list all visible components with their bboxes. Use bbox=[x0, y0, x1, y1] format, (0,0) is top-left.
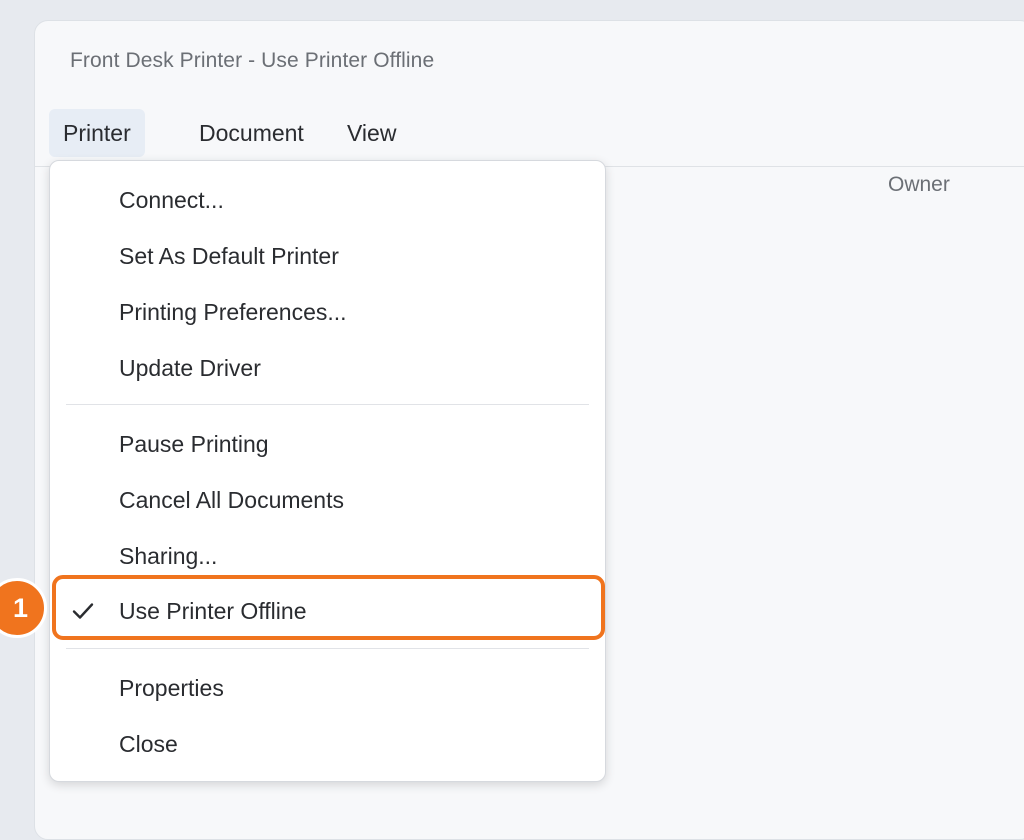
menu-item-use-printer-offline[interactable]: Use Printer Offline bbox=[50, 586, 605, 636]
menu-item-set-default[interactable]: Set As Default Printer bbox=[50, 231, 605, 281]
menu-item-close[interactable]: Close bbox=[50, 719, 605, 769]
menu-item-label: Use Printer Offline bbox=[119, 598, 307, 624]
printer-menu-dropdown: Connect... Set As Default Printer Printi… bbox=[49, 160, 606, 782]
menu-separator bbox=[66, 648, 589, 649]
menu-item-pause-printing[interactable]: Pause Printing bbox=[50, 419, 605, 469]
menu-document[interactable]: Document bbox=[185, 109, 318, 157]
menu-item-connect[interactable]: Connect... bbox=[50, 175, 605, 225]
menu-item-label: Close bbox=[119, 731, 178, 757]
menu-item-printing-preferences[interactable]: Printing Preferences... bbox=[50, 287, 605, 337]
menu-item-label: Cancel All Documents bbox=[119, 487, 344, 513]
menu-item-cancel-all-documents[interactable]: Cancel All Documents bbox=[50, 475, 605, 525]
menu-item-label: Update Driver bbox=[119, 355, 261, 381]
window-title: Front Desk Printer - Use Printer Offline bbox=[70, 49, 435, 72]
menu-view[interactable]: View bbox=[333, 109, 410, 157]
menu-item-label: Sharing... bbox=[119, 543, 218, 569]
column-header-owner[interactable]: Owner bbox=[888, 173, 950, 197]
menu-item-label: Set As Default Printer bbox=[119, 243, 339, 269]
menu-printer[interactable]: Printer bbox=[49, 109, 145, 157]
menu-bar: Printer Document View bbox=[35, 107, 1024, 167]
menu-item-label: Properties bbox=[119, 675, 224, 701]
menu-separator bbox=[66, 404, 589, 405]
menu-item-label: Pause Printing bbox=[119, 431, 269, 457]
checkmark-icon bbox=[72, 603, 94, 619]
menu-item-update-driver[interactable]: Update Driver bbox=[50, 343, 605, 393]
menu-item-sharing[interactable]: Sharing... bbox=[50, 531, 605, 581]
menu-item-label: Printing Preferences... bbox=[119, 299, 347, 325]
menu-item-properties[interactable]: Properties bbox=[50, 663, 605, 713]
menu-item-label: Connect... bbox=[119, 187, 224, 213]
